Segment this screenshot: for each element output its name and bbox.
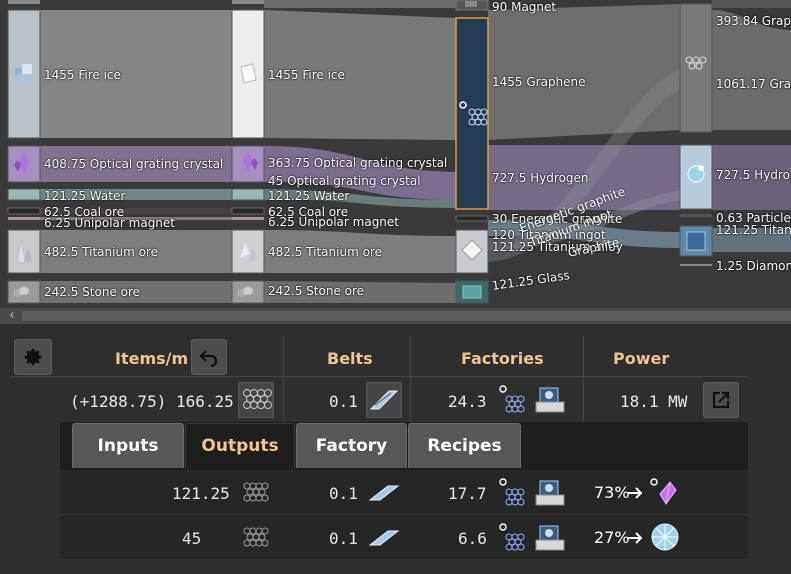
graphene-icon (242, 480, 272, 504)
glass-icon (462, 284, 482, 300)
graphene-icon (497, 383, 529, 415)
sankey-label: 408.75 Optical grating crystal (44, 157, 224, 171)
row-belts-value: 0.1 (329, 484, 358, 503)
graphene-icon (458, 98, 488, 128)
sankey-label: 482.5 Titanium ore (44, 245, 158, 259)
graphene-icon (684, 56, 708, 72)
belt-button[interactable] (366, 382, 402, 418)
fire-ice-icon (236, 62, 260, 86)
sankey-label: 727.5 Hydroge (716, 168, 791, 182)
row-items-value: 121.25 (172, 484, 230, 503)
tab-inputs[interactable]: Inputs (72, 423, 184, 468)
sankey-label: 1455 Fire ice (268, 68, 345, 82)
conveyor-belt-icon (368, 525, 400, 549)
graphene-icon (497, 521, 529, 553)
undo-icon (199, 350, 218, 367)
sankey-label: 121.25 Water (44, 189, 126, 203)
sankey-label: 121.25 Titaniu (716, 223, 791, 237)
sankey-label: 393.84 Graphe (716, 14, 791, 28)
row-factories-value: 17.7 (448, 484, 487, 503)
external-link-icon (712, 391, 730, 409)
column-divider (583, 336, 584, 422)
tab-outputs[interactable]: Outputs (185, 423, 295, 468)
sankey-label: 121.25 Water (268, 189, 350, 203)
belts-header: Belts (327, 349, 373, 368)
sankey-label: 727.5 Hydrogen (492, 171, 589, 185)
hydrogen-icon (684, 162, 708, 186)
factories-header: Factories (461, 349, 544, 368)
titanium-ore-icon (12, 240, 36, 264)
table-row (60, 470, 748, 514)
sankey-flows (7, 0, 791, 304)
items-per-minute-header: Items/m (115, 349, 189, 368)
optical-grating-crystal-icon (648, 476, 680, 508)
conveyor-belt-icon (369, 390, 399, 410)
sankey-label: 6.25 Unipolar magnet (268, 215, 400, 229)
conveyor-belt-icon (368, 480, 400, 504)
row-items-value: 45 (182, 529, 202, 548)
horizontal-scrollbar[interactable]: ‹ (0, 308, 791, 324)
sankey-diagram: 1455 Fire ice 408.75 Optical grating cry… (0, 0, 791, 308)
row-belts-value: 0.1 (329, 529, 358, 548)
magnet-icon (464, 0, 478, 8)
sankey-label: 242.5 Stone ore (268, 284, 365, 298)
diamond-icon (650, 522, 680, 552)
sankey-label: 242.5 Stone ore (44, 285, 141, 299)
stone-ore-icon (12, 284, 30, 300)
sankey-label: 1061.17 Graph (716, 77, 791, 91)
column-divider (283, 336, 284, 422)
belts-total-value: 0.1 (329, 392, 358, 411)
titanium-crystal-icon (684, 229, 708, 253)
tab-recipes[interactable]: Recipes (408, 423, 521, 468)
sankey-label: 482.5 Titanium ore (268, 245, 382, 259)
sankey-label: 363.75 Optical grating crystal (268, 156, 448, 170)
open-external-button[interactable] (703, 382, 739, 418)
chemical-plant-icon (534, 384, 566, 414)
undo-button[interactable] (191, 339, 227, 375)
optical-grating-crystal-icon (236, 150, 260, 174)
sankey-label: 90 Magnet (492, 0, 557, 14)
arrow-right-icon (626, 484, 644, 502)
settings-button[interactable] (14, 339, 52, 375)
graphene-icon (242, 525, 272, 549)
chemical-plant-icon (534, 522, 566, 552)
graphene-icon (497, 476, 529, 508)
column-divider (410, 336, 411, 422)
chemical-plant-icon (534, 477, 566, 507)
sankey-label: 1455 Fire ice (44, 68, 121, 82)
sankey-label: 1.25 Diamond (716, 259, 791, 273)
sankey-label: 6.25 Unipolar magnet (44, 216, 176, 230)
row-factories-value: 6.6 (458, 529, 487, 548)
scroll-left-icon[interactable]: ‹ (4, 308, 20, 324)
row-percent: 27% (594, 528, 630, 547)
power-total-value: 18.1 MW (620, 392, 688, 411)
scrollbar-thumb[interactable] (22, 311, 791, 321)
graphene-icon (243, 389, 272, 409)
sankey-label: 45 Optical grating crystal (268, 174, 421, 188)
titanium-alloy-icon (460, 238, 484, 262)
table-row (60, 515, 748, 559)
optical-grating-crystal-icon (12, 152, 36, 176)
graphene-item-button[interactable] (238, 382, 274, 418)
row-percent: 73% (594, 483, 630, 502)
items-total-value: (+1288.75) 166.25 (70, 392, 234, 411)
titanium-ore-icon (236, 240, 260, 264)
gear-icon (24, 348, 42, 366)
sankey-label: 1455 Graphene (492, 75, 586, 89)
header-divider (10, 376, 748, 377)
factories-total-value: 24.3 (448, 392, 487, 411)
arrow-right-icon (626, 529, 644, 547)
tab-factory[interactable]: Factory (296, 423, 407, 468)
fire-ice-icon (12, 62, 36, 86)
stone-ore-icon (236, 284, 254, 300)
power-header: Power (613, 349, 670, 368)
